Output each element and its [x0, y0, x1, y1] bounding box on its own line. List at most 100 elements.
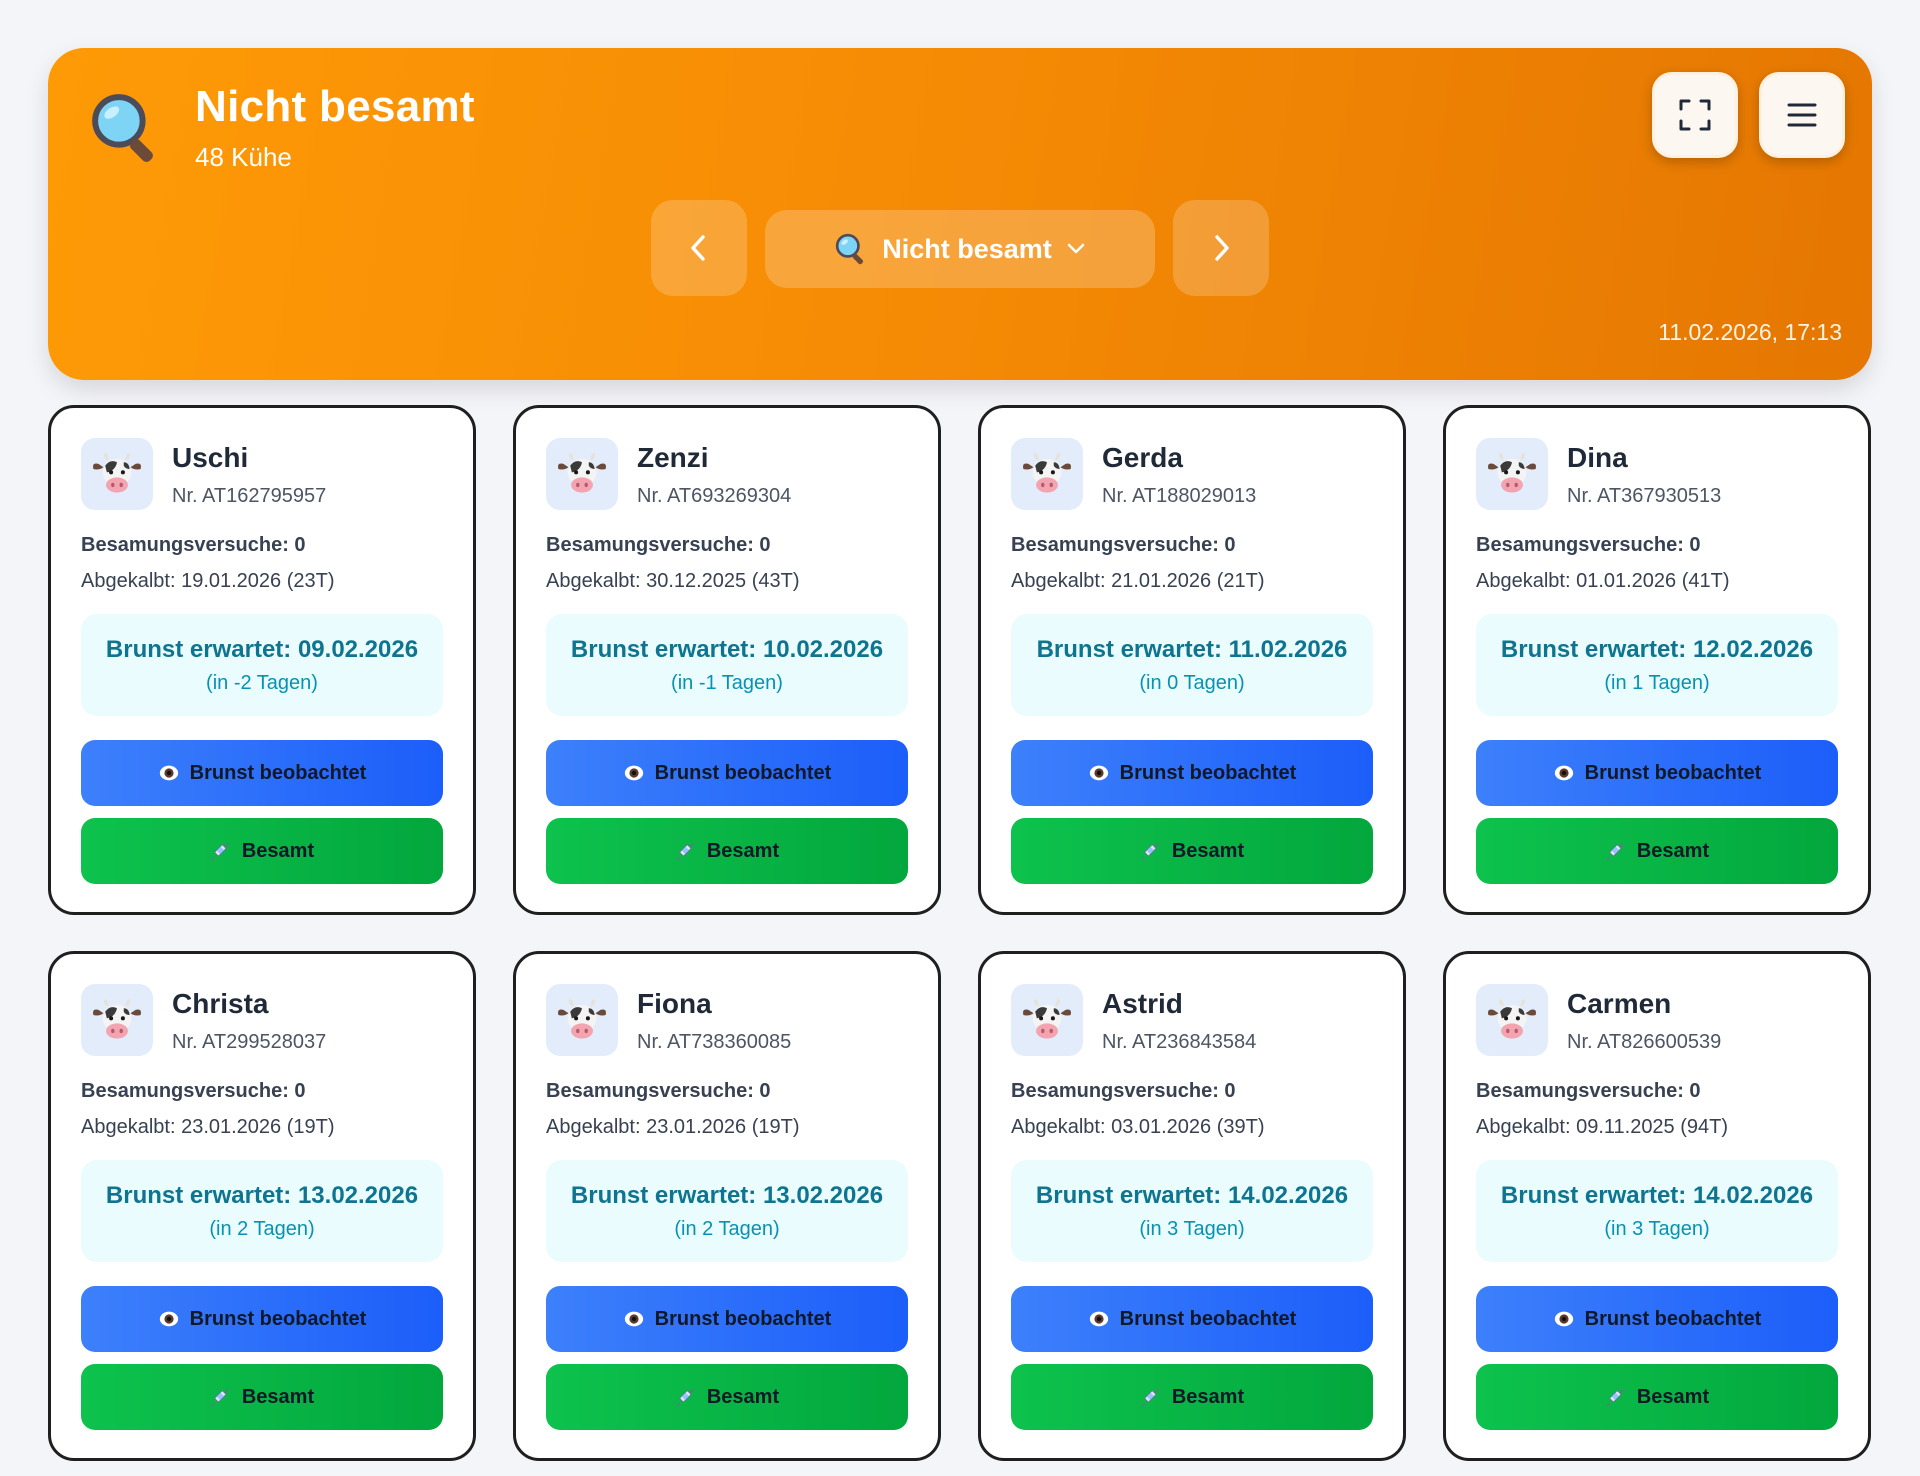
insemination-attempts: Besamungsversuche: 0: [1011, 534, 1236, 556]
cow-card: Carmen Nr. AT826600539 Besamungsversuche…: [1443, 951, 1871, 1461]
cow-card: Astrid Nr. AT236843584 Besamungsversuche…: [978, 951, 1406, 1461]
inseminated-label: Besamt: [1171, 839, 1245, 862]
filter-select[interactable]: Nicht besamt: [765, 210, 1155, 288]
heat-observed-button[interactable]: Brunst beobachtet: [81, 740, 443, 806]
calving-date: Abgekalbt: 30.12.2025 (43T): [546, 570, 800, 592]
inseminated-button[interactable]: Besamt: [1476, 818, 1838, 884]
avatar: [1476, 438, 1548, 510]
inseminated-label: Besamt: [241, 839, 315, 862]
eye-icon: [1088, 762, 1110, 784]
cow-icon: [90, 993, 144, 1047]
menu-icon: [1787, 103, 1817, 127]
cow-icon: [1485, 447, 1539, 501]
fullscreen-button[interactable]: [1652, 72, 1738, 158]
expected-heat-relative: (in 1 Tagen): [1604, 672, 1710, 694]
expected-heat-relative: (in 2 Tagen): [674, 1218, 780, 1240]
cow-name: Uschi: [172, 442, 249, 473]
eye-icon: [158, 762, 180, 784]
prev-filter-button[interactable]: [651, 200, 747, 296]
syringe-icon: [1140, 840, 1162, 862]
insemination-attempts: Besamungsversuche: 0: [81, 1080, 306, 1102]
inseminated-button[interactable]: Besamt: [1011, 818, 1373, 884]
heat-observed-label: Brunst beobachtet: [189, 1307, 367, 1330]
expected-heat-box: Brunst erwartet: 14.02.2026 (in 3 Tagen): [1011, 1160, 1373, 1262]
expected-heat-relative: (in -2 Tagen): [206, 672, 318, 694]
calving-date: Abgekalbt: 23.01.2026 (19T): [546, 1116, 800, 1138]
calving-date: Abgekalbt: 23.01.2026 (19T): [81, 1116, 335, 1138]
calving-date: Abgekalbt: 19.01.2026 (23T): [81, 570, 335, 592]
syringe-icon: [210, 1386, 232, 1408]
heat-observed-label: Brunst beobachtet: [1584, 761, 1762, 784]
cow-card: Christa Nr. AT299528037 Besamungsversuch…: [48, 951, 476, 1461]
cow-icon: [1020, 447, 1074, 501]
expected-heat-box: Brunst erwartet: 11.02.2026 (in 0 Tagen): [1011, 614, 1373, 716]
heat-observed-label: Brunst beobachtet: [654, 1307, 832, 1330]
cow-card: Dina Nr. AT367930513 Besamungsversuche: …: [1443, 405, 1871, 915]
insemination-attempts: Besamungsversuche: 0: [1011, 1080, 1236, 1102]
cow-card: Zenzi Nr. AT693269304 Besamungsversuche:…: [513, 405, 941, 915]
expected-heat-date: Brunst erwartet: 14.02.2026: [1500, 1182, 1814, 1209]
heat-observed-button[interactable]: Brunst beobachtet: [546, 740, 908, 806]
cow-number: Nr. AT826600539: [1567, 1031, 1722, 1053]
menu-button[interactable]: [1759, 72, 1845, 158]
cow-name: Dina: [1567, 442, 1628, 473]
expected-heat-date: Brunst erwartet: 14.02.2026: [1035, 1182, 1349, 1209]
expected-heat-date: Brunst erwartet: 12.02.2026: [1500, 636, 1814, 663]
filter-select-label: Nicht besamt: [882, 233, 1052, 264]
inseminated-button[interactable]: Besamt: [1011, 1364, 1373, 1430]
magnifier-icon: [834, 232, 868, 266]
expected-heat-relative: (in 3 Tagen): [1604, 1218, 1710, 1240]
avatar: [1011, 984, 1083, 1056]
insemination-attempts: Besamungsversuche: 0: [546, 534, 771, 556]
eye-icon: [623, 762, 645, 784]
inseminated-button[interactable]: Besamt: [546, 818, 908, 884]
insemination-attempts: Besamungsversuche: 0: [546, 1080, 771, 1102]
inseminated-label: Besamt: [1636, 1385, 1710, 1408]
heat-observed-label: Brunst beobachtet: [654, 761, 832, 784]
expected-heat-box: Brunst erwartet: 13.02.2026 (in 2 Tagen): [546, 1160, 908, 1262]
inseminated-button[interactable]: Besamt: [81, 1364, 443, 1430]
next-filter-button[interactable]: [1173, 200, 1269, 296]
chevron-left-icon: [691, 235, 705, 261]
cow-icon: [555, 993, 609, 1047]
heat-observed-button[interactable]: Brunst beobachtet: [81, 1286, 443, 1352]
avatar: [81, 984, 153, 1056]
expected-heat-box: Brunst erwartet: 14.02.2026 (in 3 Tagen): [1476, 1160, 1838, 1262]
cow-name: Gerda: [1102, 442, 1183, 473]
eye-icon: [623, 1308, 645, 1330]
cow-icon: [1020, 993, 1074, 1047]
eye-icon: [1553, 762, 1575, 784]
inseminated-button[interactable]: Besamt: [81, 818, 443, 884]
syringe-icon: [1140, 1386, 1162, 1408]
heat-observed-button[interactable]: Brunst beobachtet: [1011, 740, 1373, 806]
cow-card: Gerda Nr. AT188029013 Besamungsversuche:…: [978, 405, 1406, 915]
eye-icon: [1553, 1308, 1575, 1330]
chevron-down-icon: [1067, 243, 1085, 254]
expected-heat-box: Brunst erwartet: 09.02.2026 (in -2 Tagen…: [81, 614, 443, 716]
page-title: Nicht besamt: [195, 82, 475, 131]
expected-heat-date: Brunst erwartet: 10.02.2026: [570, 636, 884, 663]
calving-date: Abgekalbt: 03.01.2026 (39T): [1011, 1116, 1265, 1138]
cow-name: Zenzi: [637, 442, 709, 473]
inseminated-button[interactable]: Besamt: [1476, 1364, 1838, 1430]
heat-observed-button[interactable]: Brunst beobachtet: [1011, 1286, 1373, 1352]
header-banner: Nicht besamt 48 Kühe Nicht besamt 11.02.…: [48, 48, 1872, 380]
inseminated-label: Besamt: [1171, 1385, 1245, 1408]
syringe-icon: [1605, 840, 1627, 862]
cow-icon: [90, 447, 144, 501]
cow-icon: [555, 447, 609, 501]
heat-observed-label: Brunst beobachtet: [1119, 761, 1297, 784]
heat-observed-label: Brunst beobachtet: [1584, 1307, 1762, 1330]
cow-count: 48 Kühe: [195, 142, 292, 172]
current-datetime: 11.02.2026, 17:13: [1658, 319, 1842, 345]
expected-heat-relative: (in 0 Tagen): [1139, 672, 1245, 694]
insemination-attempts: Besamungsversuche: 0: [1476, 534, 1701, 556]
calving-date: Abgekalbt: 21.01.2026 (21T): [1011, 570, 1265, 592]
insemination-attempts: Besamungsversuche: 0: [1476, 1080, 1701, 1102]
heat-observed-button[interactable]: Brunst beobachtet: [1476, 740, 1838, 806]
heat-observed-button[interactable]: Brunst beobachtet: [1476, 1286, 1838, 1352]
heat-observed-label: Brunst beobachtet: [189, 761, 367, 784]
inseminated-button[interactable]: Besamt: [546, 1364, 908, 1430]
inseminated-label: Besamt: [706, 839, 780, 862]
heat-observed-button[interactable]: Brunst beobachtet: [546, 1286, 908, 1352]
